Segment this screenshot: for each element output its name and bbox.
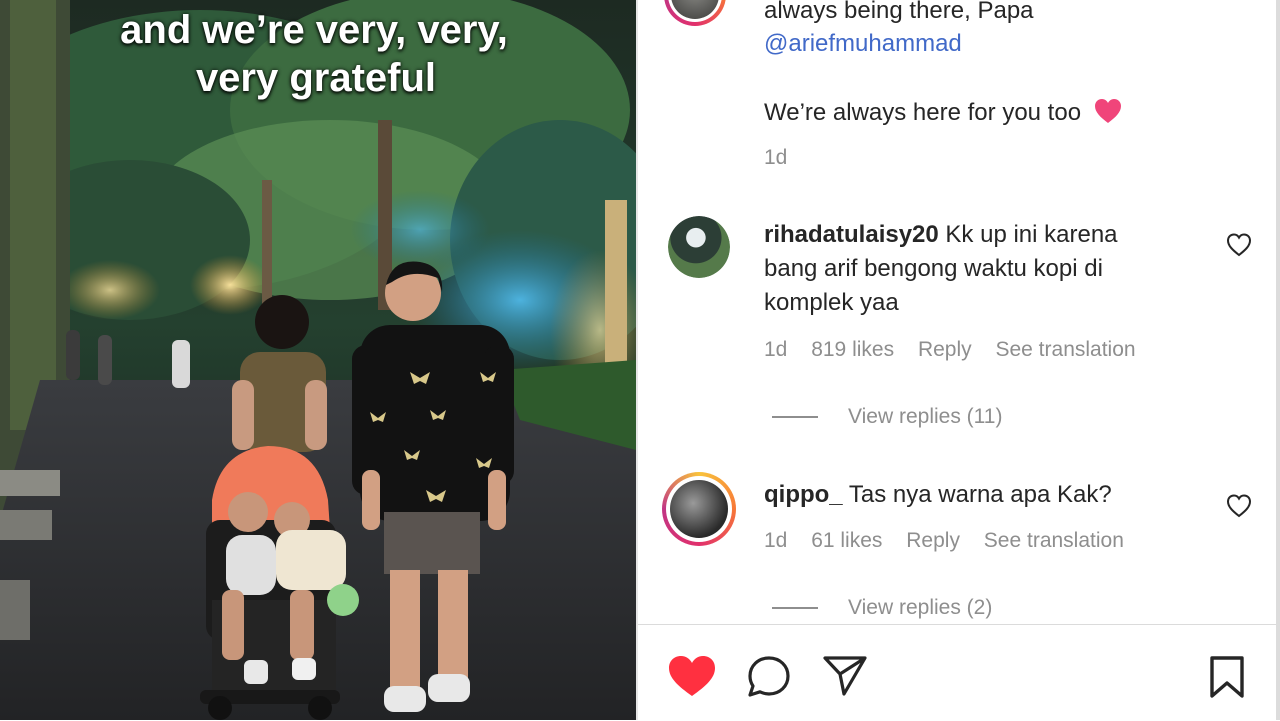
reel-video[interactable]: and we’re very, very, very grateful: [0, 0, 636, 720]
comment-age: 1d: [764, 146, 788, 169]
caption-line-1: and we’re very, very,: [120, 8, 508, 52]
comment-meta: 1d 61 likes Reply See translation: [764, 527, 1142, 555]
comment-body: rihadatulaisy20 Kk up ini karena bang ar…: [764, 218, 1184, 320]
view-replies-label[interactable]: View replies (2): [848, 596, 992, 619]
comment-icon[interactable]: [746, 655, 792, 699]
view-replies-button[interactable]: View replies (2): [772, 594, 992, 622]
comment-text-line-1: Tas nya warna apa Kak?: [842, 481, 1112, 508]
mention-link[interactable]: @ariefmuhammad: [764, 27, 962, 61]
view-replies-button[interactable]: View replies (11): [772, 403, 1002, 431]
owner-avatar[interactable]: [664, 0, 726, 26]
commenter-avatar[interactable]: [662, 472, 736, 546]
comments-panel[interactable]: always being there, Papa @ariefmuhammad …: [638, 0, 1280, 721]
see-translation-button[interactable]: See translation: [984, 529, 1124, 552]
bookmark-icon[interactable]: [1208, 655, 1246, 699]
video-frame: [0, 0, 636, 720]
replies-dash: [772, 607, 818, 610]
send-icon[interactable]: [822, 655, 868, 697]
commenter-avatar[interactable]: [668, 216, 730, 278]
reply-button[interactable]: Reply: [918, 338, 972, 361]
comment-text-line-3: komplek yaa: [764, 289, 899, 316]
comment-meta: 1d 819 likes Reply See translation: [764, 336, 1154, 364]
comment-likes[interactable]: 819 likes: [811, 338, 894, 361]
owner-reply-text: We’re always here for you too: [764, 99, 1082, 126]
see-translation-button[interactable]: See translation: [995, 338, 1135, 361]
comment-text-line-1: Kk up ini karena: [938, 221, 1118, 248]
owner-reply-line: We’re always here for you too: [764, 96, 1122, 130]
comment-text-line-2: bang arif bengong waktu kopi di: [764, 255, 1103, 282]
comment-username[interactable]: rihadatulaisy20: [764, 221, 939, 248]
scrollbar-edge: [1276, 0, 1280, 720]
heart-filled-icon[interactable]: [668, 655, 716, 697]
view-replies-label[interactable]: View replies (11): [848, 405, 1002, 428]
video-caption: and we’re very, very, very grateful: [0, 6, 636, 102]
replies-dash: [772, 416, 818, 419]
comment-likes[interactable]: 61 likes: [811, 529, 882, 552]
like-comment-heart-icon[interactable]: [1226, 493, 1252, 519]
action-bar: [638, 624, 1280, 721]
comment-age: 1d: [764, 338, 788, 361]
owner-comment-meta: 1d: [764, 144, 805, 172]
heart-emoji-icon: [1094, 99, 1121, 123]
owner-comment-text: always being there, Papa: [764, 0, 1034, 24]
comment-username[interactable]: qippo_: [764, 481, 843, 508]
comment-age: 1d: [764, 529, 788, 552]
reply-button[interactable]: Reply: [906, 529, 960, 552]
comment-body: qippo_ Tas nya warna apa Kak?: [764, 478, 1112, 512]
like-comment-heart-icon[interactable]: [1226, 232, 1252, 258]
caption-line-2: very grateful: [195, 56, 437, 100]
